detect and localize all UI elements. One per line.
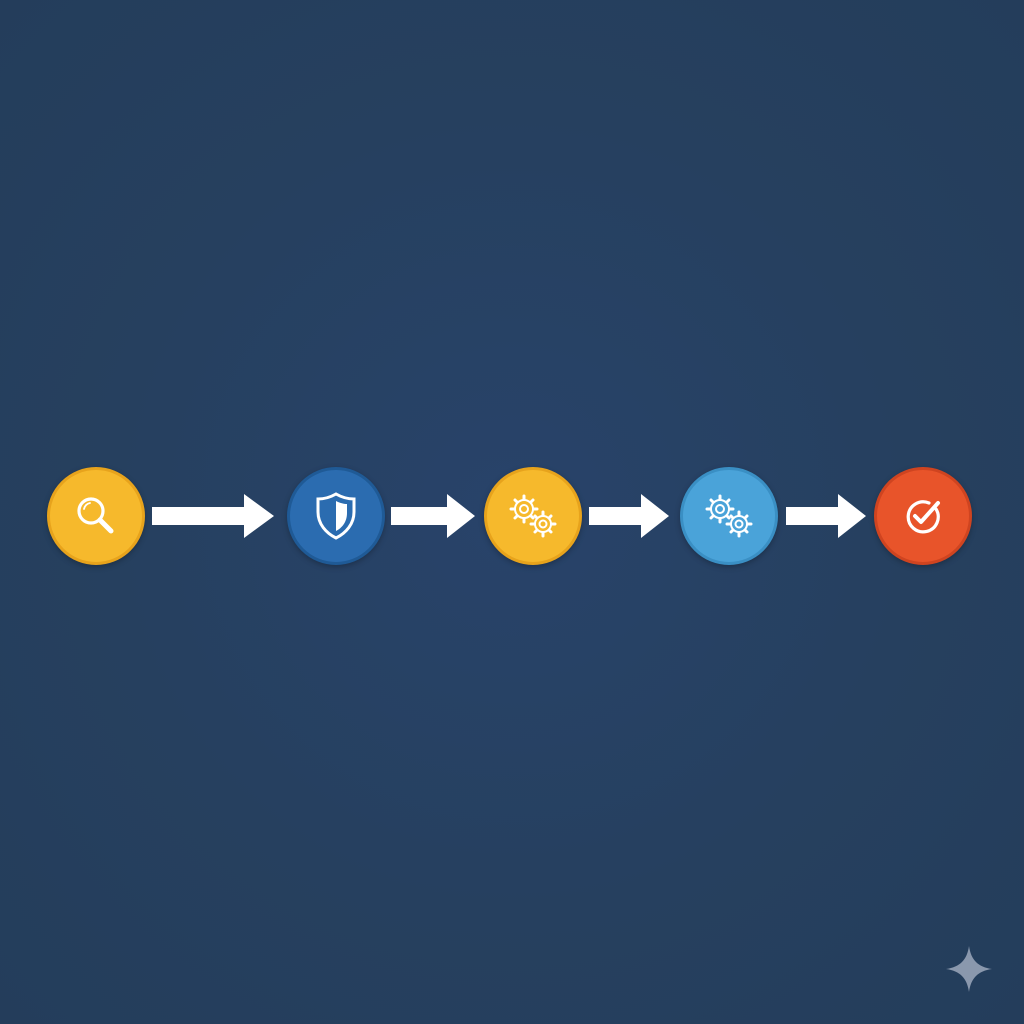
gears-icon <box>509 494 557 538</box>
search-icon <box>77 497 114 534</box>
flow-arrow-4 <box>786 494 866 538</box>
diagram-canvas <box>0 0 1024 1024</box>
flow-arrow-1 <box>152 494 274 538</box>
shield-icon <box>316 492 356 540</box>
step-process-blue <box>680 467 778 565</box>
sparkle-icon <box>946 946 992 992</box>
flow-arrow-3 <box>589 494 669 538</box>
step-security <box>287 467 385 565</box>
step-complete <box>874 467 972 565</box>
step-process-yellow <box>484 467 582 565</box>
step-search <box>47 467 145 565</box>
gears-icon <box>705 494 753 538</box>
process-flow <box>0 0 1024 1024</box>
flow-arrow-2 <box>391 494 475 538</box>
check-circle-icon <box>906 500 940 534</box>
